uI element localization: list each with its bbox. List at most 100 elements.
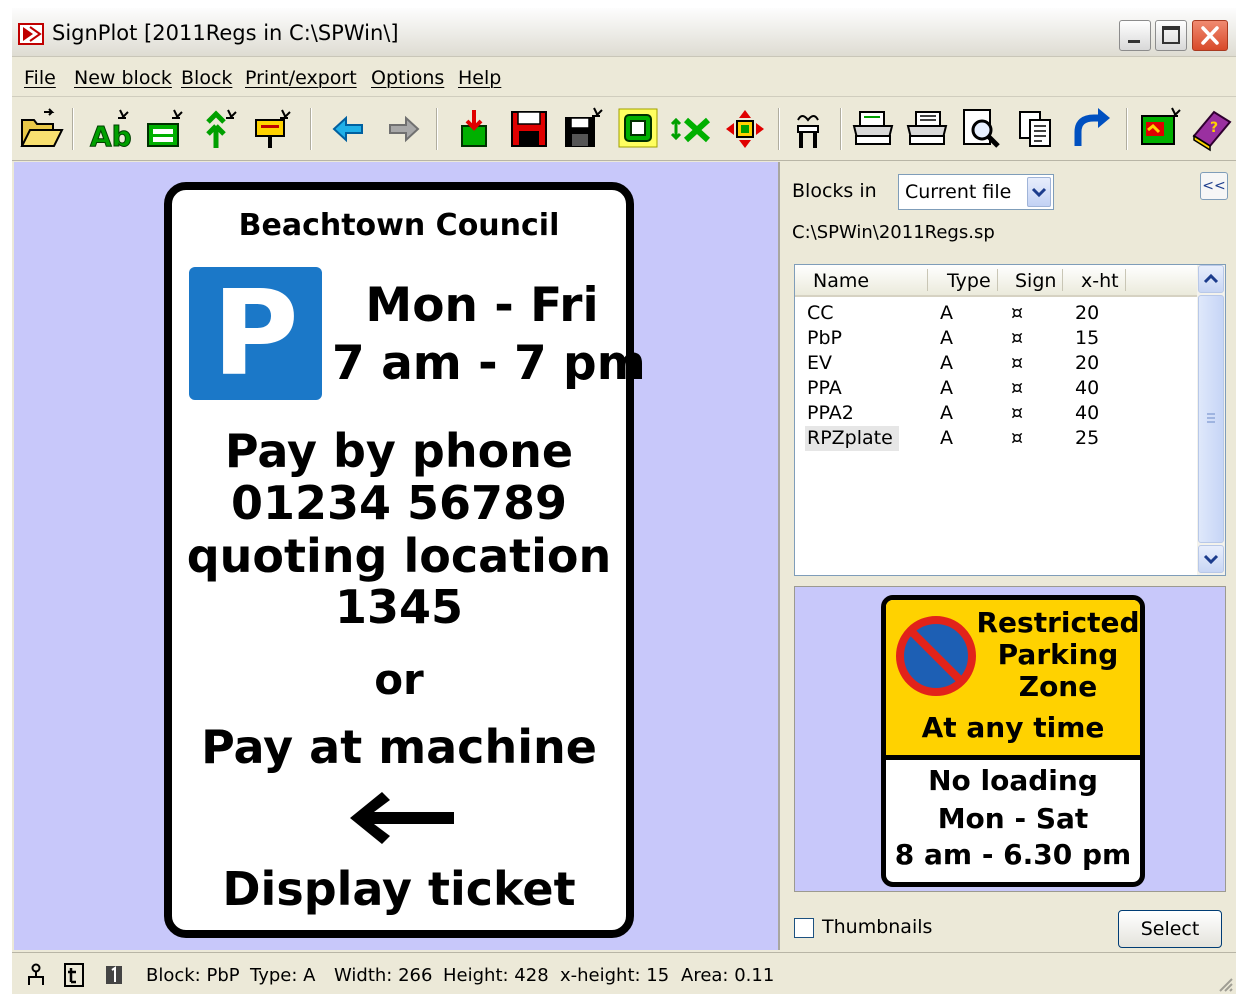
column-name[interactable]: Name [813, 270, 869, 292]
save-button[interactable] [506, 106, 552, 152]
print-setup-button[interactable] [904, 106, 950, 152]
row-type: A [940, 402, 953, 424]
column-type[interactable]: Type [947, 270, 991, 292]
row-x-height: 15 [1075, 327, 1100, 349]
export-image-button[interactable] [1136, 106, 1182, 152]
import-button[interactable] [452, 106, 498, 152]
signplot-app-icon [18, 23, 44, 45]
print-icon [852, 111, 894, 145]
delete-button[interactable] [670, 106, 716, 152]
menu-print-export[interactable]: Print/export [245, 67, 357, 89]
sign-pay-by-phone: Pay by phone [224, 424, 574, 478]
parking-p-letter: P [212, 264, 299, 402]
scroll-thumb[interactable] [1198, 295, 1224, 543]
new-panel-icon [147, 109, 183, 147]
rpz-zone: Zone [1018, 670, 1098, 703]
grip-icon [1207, 413, 1215, 423]
save-as-button[interactable] [560, 106, 606, 152]
print-button[interactable] [850, 106, 896, 152]
status-height: Height: 428 [443, 965, 549, 986]
row-name: RPZplate [805, 426, 899, 451]
thumbnails-label: Thumbnails [822, 916, 933, 938]
row-sign: ¤ [1011, 327, 1024, 349]
copy-button[interactable] [1014, 106, 1060, 152]
row-name: PbP [807, 327, 842, 349]
list-item[interactable]: EV A ¤ 20 [795, 351, 1199, 376]
layer-one-icon [106, 966, 122, 984]
block-frame-button[interactable] [616, 106, 662, 152]
close-button[interactable] [1192, 20, 1228, 51]
new-panel-button[interactable] [142, 106, 188, 152]
collapse-panel-button[interactable]: << [1200, 172, 1228, 200]
sign-canvas[interactable]: Beachtown Council P Mon - Fri 7 am - 7 p… [14, 162, 780, 950]
chevron-down-icon [1203, 554, 1219, 565]
rpz-no-loading: No loading [928, 764, 1098, 797]
minimize-button[interactable] [1119, 20, 1151, 51]
list-item[interactable]: CC A ¤ 20 [795, 301, 1199, 326]
pillar-button[interactable] [788, 106, 834, 152]
text-mode-icon [64, 963, 84, 987]
sign-phone-number: 01234 56789 [230, 476, 568, 530]
row-sign: ¤ [1011, 302, 1024, 324]
print-preview-button[interactable] [958, 106, 1004, 152]
sign-or: or [374, 655, 424, 704]
open-file-button[interactable] [18, 106, 64, 152]
blocks-list[interactable]: Name Type Sign x-ht CC A ¤ 20 PbP A ¤ 15 [794, 264, 1226, 576]
status-bar: Block: PbP Type: A Width: 266 Height: 42… [12, 952, 1236, 995]
resize-grip-icon[interactable] [1216, 975, 1234, 993]
menu-block[interactable]: Block [181, 67, 232, 89]
sign-display-ticket: Display ticket [222, 862, 576, 916]
menu-new-block[interactable]: New block [74, 67, 172, 89]
back-button[interactable] [326, 106, 372, 152]
list-item[interactable]: PbP A ¤ 15 [795, 326, 1199, 351]
forward-button[interactable] [380, 106, 426, 152]
thumbnails-checkbox[interactable] [794, 918, 814, 938]
new-symbol-icon [206, 109, 237, 148]
status-area: Area: 0.11 [681, 965, 775, 986]
new-text-block-button[interactable]: Ab [88, 106, 134, 152]
blocks-source-select[interactable]: Current file [898, 174, 1054, 210]
maximize-icon [1162, 26, 1180, 44]
block-frame-icon [618, 108, 658, 148]
status-type: Type: A [250, 965, 316, 986]
parking-sign[interactable]: Beachtown Council P Mon - Fri 7 am - 7 p… [164, 182, 646, 938]
delete-icon [670, 117, 711, 143]
blocks-list-scrollbar[interactable] [1197, 265, 1225, 575]
list-item-selected[interactable]: RPZplate A ¤ 25 [795, 426, 1199, 451]
blocks-list-header: Name Type Sign x-ht [795, 265, 1199, 297]
list-item[interactable]: PPA2 A ¤ 40 [795, 401, 1199, 426]
row-type: A [940, 327, 953, 349]
blocks-panel: Blocks in Current file << C:\SPWin\2011R… [780, 162, 1236, 950]
redo-button[interactable] [1070, 106, 1116, 152]
no-parking-icon [896, 616, 976, 696]
blocks-in-label: Blocks in [792, 180, 877, 202]
status-block: Block: PbP [146, 965, 240, 986]
maximize-button[interactable] [1155, 20, 1187, 51]
menu-options[interactable]: Options [371, 67, 444, 89]
new-sign-button[interactable] [250, 106, 296, 152]
row-sign: ¤ [1011, 352, 1024, 374]
scroll-down-button[interactable] [1198, 545, 1224, 573]
sign-days: Mon - Fri [365, 278, 599, 333]
open-folder-icon [20, 108, 64, 147]
svg-text:Ab: Ab [90, 120, 132, 152]
menu-file[interactable]: File [24, 67, 56, 89]
list-item[interactable]: PPA A ¤ 40 [795, 376, 1199, 401]
row-sign: ¤ [1011, 427, 1024, 449]
scroll-up-button[interactable] [1198, 265, 1224, 293]
column-sign[interactable]: Sign [1015, 270, 1056, 292]
row-type: A [940, 302, 953, 324]
help-button[interactable]: ? [1188, 106, 1234, 152]
signplot-window: SignPlot [2011Regs in C:\SPWin\] File Ne… [12, 8, 1236, 994]
column-x-height[interactable]: x-ht [1081, 270, 1119, 292]
new-symbol-button[interactable] [196, 106, 242, 152]
menu-help[interactable]: Help [458, 67, 501, 89]
copy-icon [1019, 111, 1051, 147]
row-name: CC [807, 302, 834, 324]
move-icon [726, 110, 764, 148]
move-button[interactable] [722, 106, 768, 152]
select-button[interactable]: Select [1118, 910, 1222, 948]
blocks-source-dropdown-button[interactable] [1027, 177, 1051, 207]
block-preview: Restricted Parking Zone At any time No l… [794, 586, 1226, 892]
minimize-icon [1128, 40, 1140, 43]
